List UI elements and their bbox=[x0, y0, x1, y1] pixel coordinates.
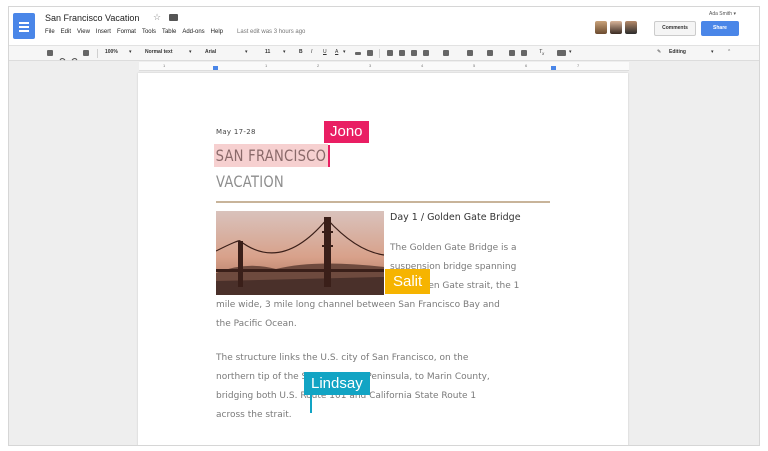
menu-insert[interactable]: Insert bbox=[96, 29, 111, 35]
account-name[interactable]: Ada Smith ▾ bbox=[709, 11, 736, 17]
size-chevron-icon[interactable]: ▾ bbox=[283, 49, 286, 55]
text-color-button[interactable]: A bbox=[335, 49, 338, 55]
font-chevron-icon[interactable]: ▾ bbox=[245, 49, 248, 55]
align-justify-icon[interactable] bbox=[423, 50, 429, 56]
menu-addons[interactable]: Add-ons bbox=[182, 29, 204, 35]
style-select[interactable]: Normal text bbox=[145, 49, 173, 55]
link-icon[interactable] bbox=[355, 52, 361, 55]
paint-format-icon[interactable] bbox=[83, 50, 89, 56]
avatar[interactable] bbox=[595, 21, 607, 34]
font-select[interactable]: Arial bbox=[205, 49, 216, 55]
formatting-toolbar: 100% ▾ Normal text ▾ Arial ▾ 11 ▾ B I U … bbox=[9, 45, 759, 61]
avatar[interactable] bbox=[610, 21, 622, 34]
zoom-select[interactable]: 100% bbox=[105, 49, 118, 55]
line-spacing-icon[interactable] bbox=[443, 50, 449, 56]
share-button[interactable]: Share bbox=[701, 21, 739, 36]
bulleted-list-icon[interactable] bbox=[487, 50, 493, 56]
font-size-select[interactable]: 11 bbox=[265, 49, 270, 55]
paragraph-1-line[interactable]: the Pacific Ocean. bbox=[216, 319, 297, 329]
star-icon[interactable]: ☆ bbox=[153, 12, 161, 23]
day-heading[interactable]: Day 1 / Golden Gate Bridge bbox=[390, 212, 521, 223]
menu-format[interactable]: Format bbox=[117, 29, 136, 35]
text-color-chevron-icon[interactable]: ▾ bbox=[343, 49, 346, 55]
ruler-number: 2 bbox=[317, 63, 320, 68]
docs-logo-icon[interactable] bbox=[13, 13, 35, 39]
doc-title[interactable]: San Francisco Vacation bbox=[45, 13, 139, 23]
collaborator-cursor-jono bbox=[328, 145, 330, 167]
redo-icon[interactable] bbox=[71, 50, 78, 61]
undo-icon[interactable] bbox=[59, 50, 66, 61]
menu-bar: File Edit View Insert Format Tools Table… bbox=[45, 29, 305, 35]
paragraph-1-line[interactable]: The Golden Gate Bridge is a bbox=[390, 243, 517, 253]
menu-file[interactable]: File bbox=[45, 29, 55, 35]
ruler-number: 1 bbox=[265, 63, 268, 68]
comments-button[interactable]: Comments bbox=[654, 21, 696, 36]
heading-divider bbox=[216, 201, 550, 203]
numbered-list-icon[interactable] bbox=[467, 50, 473, 56]
menu-view[interactable]: View bbox=[77, 29, 90, 35]
collaborator-cursor-lindsay bbox=[310, 395, 312, 413]
ruler-number: 6 bbox=[525, 63, 528, 68]
align-right-icon[interactable] bbox=[411, 50, 417, 56]
paragraph-2-line[interactable]: across the strait. bbox=[216, 410, 292, 420]
last-edit-status[interactable]: Last edit was 3 hours ago bbox=[237, 29, 305, 35]
folder-icon[interactable] bbox=[169, 14, 178, 21]
docs-window: San Francisco Vacation ☆ File Edit View … bbox=[8, 6, 760, 446]
ruler-number: 3 bbox=[369, 63, 372, 68]
paragraph-1-line[interactable]: mile wide, 3 mile long channel between S… bbox=[216, 300, 500, 310]
pencil-icon[interactable]: ✎ bbox=[657, 49, 661, 55]
ruler-number: 4 bbox=[421, 63, 424, 68]
align-left-icon[interactable] bbox=[387, 50, 393, 56]
app-header: San Francisco Vacation ☆ File Edit View … bbox=[9, 7, 759, 45]
increase-indent-icon[interactable] bbox=[521, 50, 527, 56]
input-tools-chevron-icon[interactable]: ▾ bbox=[569, 49, 572, 55]
italic-button[interactable]: I bbox=[311, 49, 312, 55]
toolbar-divider bbox=[379, 49, 380, 58]
zoom-chevron-icon[interactable]: ▾ bbox=[129, 49, 132, 55]
editing-mode-select[interactable]: Editing bbox=[669, 49, 686, 55]
trip-dates[interactable]: May 17-28 bbox=[216, 128, 256, 136]
title-line-2[interactable]: VACATION bbox=[216, 172, 284, 191]
right-indent-marker[interactable] bbox=[551, 66, 556, 70]
print-icon[interactable] bbox=[47, 50, 53, 56]
toolbar-divider bbox=[97, 49, 98, 58]
ruler-number: 7 bbox=[577, 63, 580, 68]
input-tools-icon[interactable] bbox=[557, 50, 566, 56]
collaborator-label-lindsay: Lindsay bbox=[304, 372, 370, 395]
collaborator-avatars bbox=[595, 21, 637, 34]
underline-button[interactable]: U bbox=[323, 49, 327, 55]
mode-chevron-icon[interactable]: ▾ bbox=[711, 49, 714, 55]
avatar[interactable] bbox=[625, 21, 637, 34]
document-page[interactable]: May 17-28 SAN FRANCISCO Jono VACATION Da… bbox=[138, 73, 628, 445]
clear-formatting-icon[interactable]: Tx bbox=[539, 49, 544, 56]
indent-marker[interactable] bbox=[213, 66, 218, 70]
comment-icon[interactable] bbox=[367, 50, 373, 56]
menu-table[interactable]: Table bbox=[162, 29, 176, 35]
title-line-1[interactable]: SAN FRANCISCO bbox=[214, 144, 328, 167]
ruler[interactable]: 1 1 2 3 4 5 6 7 bbox=[139, 62, 629, 71]
ruler-number: 1 bbox=[163, 63, 166, 68]
decrease-indent-icon[interactable] bbox=[509, 50, 515, 56]
style-chevron-icon[interactable]: ▾ bbox=[189, 49, 192, 55]
paragraph-2-line[interactable]: The structure links the U.S. city of San… bbox=[216, 353, 468, 363]
collaborator-label-jono: Jono bbox=[324, 121, 369, 143]
bold-button[interactable]: B bbox=[299, 49, 303, 55]
menu-tools[interactable]: Tools bbox=[142, 29, 156, 35]
menu-help[interactable]: Help bbox=[211, 29, 223, 35]
collaborator-label-salit: Salit bbox=[385, 269, 431, 294]
menu-edit[interactable]: Edit bbox=[61, 29, 71, 35]
ruler-number: 5 bbox=[473, 63, 476, 68]
golden-gate-photo[interactable] bbox=[216, 211, 384, 295]
align-center-icon[interactable] bbox=[399, 50, 405, 56]
collapse-icon[interactable]: ⌃ bbox=[727, 49, 731, 55]
